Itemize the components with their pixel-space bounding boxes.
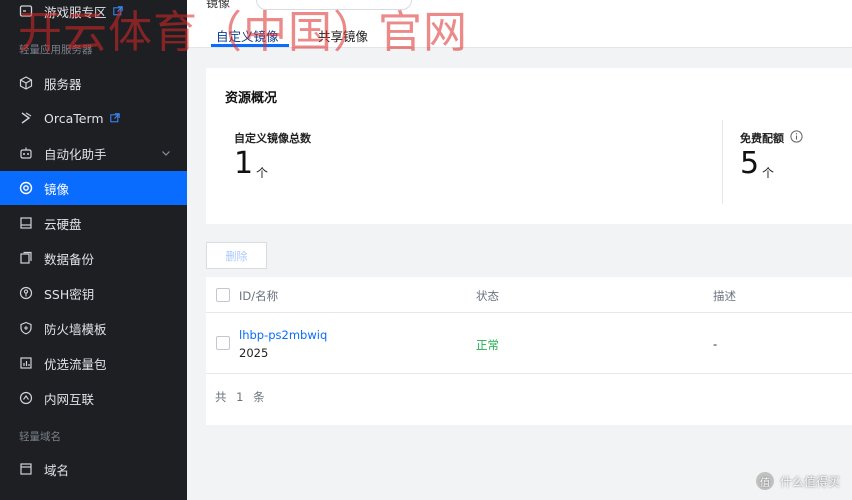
site-logo-icon: 值 [755,472,774,490]
image-name: 2025 [239,346,269,360]
sidebar-item-domain[interactable]: 域名 [0,452,187,486]
domain-icon [19,462,33,476]
sidebar-item-cloud-disk[interactable]: 云硬盘 [0,206,187,240]
stat-divider [722,120,723,204]
sidebar-item-label: 防火墙模板 [44,321,107,337]
sidebar-item-label: 镜像 [44,181,70,197]
stat-unit-free-quota: 个 [762,166,775,180]
tab-shared-images[interactable]: 共享镜像 [318,26,368,45]
stat-unit-total-images: 个 [256,166,269,180]
sidebar-item-label: 域名 [44,462,70,478]
sidebar-group-domain: 轻量域名 [19,431,61,443]
active-tab-indicator [211,44,289,47]
image-description: - [713,337,718,351]
delete-button[interactable]: 删除 [206,242,267,269]
column-header-status: 状态 [476,289,499,303]
image-id-link[interactable]: lhbp-ps2mbwiq [239,328,327,342]
sidebar-group-lighthouse: 轻量应用服务器 [19,44,93,56]
sidebar-item-game-server[interactable]: 游戏服专区 [0,0,187,28]
chevron-down-icon [162,151,170,156]
sidebar-item-automation[interactable]: 自动化助手 [0,136,187,170]
table-row: lhbp-ps2mbwiq 2025 正常 - [206,313,852,374]
image-table: ID/名称 状态 描述 lhbp-ps2mbwiq 2025 正常 - 共 1 … [206,277,852,425]
sidebar-item-traffic-package[interactable]: 优选流量包 [0,346,187,380]
cube-icon [19,76,33,90]
terminal-icon [19,111,33,125]
row-checkbox[interactable] [216,336,230,350]
column-header-description: 描述 [713,289,736,303]
sidebar-item-label: 优选流量包 [44,356,107,372]
tab-bar [187,12,852,48]
network-icon [19,391,33,405]
sidebar-item-ssh-key[interactable]: SSH密钥 [0,276,187,310]
shield-icon [19,321,33,335]
traffic-icon [19,356,33,370]
resource-overview-card: 资源概况 自定义镜像总数 1 个 免费配额 5 个 [206,68,852,224]
robot-icon [19,146,33,160]
stat-label-total-images: 自定义镜像总数 [234,132,311,145]
key-icon [19,286,33,300]
info-icon[interactable] [790,130,803,143]
page-title: 镜像 [206,0,231,10]
sidebar-item-backup[interactable]: 数据备份 [0,241,187,275]
disk-icon [19,216,33,230]
table-total-count: 共 1 条 [215,390,268,404]
corner-watermark-text: 什么值得买 [779,474,840,489]
sidebar-item-label: 游戏服专区 [44,4,107,20]
stat-value-free-quota: 5 [740,146,760,181]
column-header-id-name: ID/名称 [239,289,279,303]
sidebar-item-intranet[interactable]: 内网互联 [0,381,187,415]
sidebar-item-label: 自动化助手 [44,146,107,162]
sidebar-item-label: OrcaTerm [44,110,104,126]
sidebar-item-firewall[interactable]: 防火墙模板 [0,311,187,345]
image-ring-icon [19,181,33,195]
top-region-selector[interactable] [256,0,412,10]
sidebar-item-label: 内网互联 [44,391,95,407]
table-header: ID/名称 状态 描述 [206,277,852,313]
sidebar-item-orcaterm[interactable]: OrcaTerm [0,101,187,135]
status-badge: 正常 [476,338,499,352]
select-all-checkbox[interactable] [216,288,230,302]
stat-label-free-quota: 免费配额 [740,132,784,145]
sidebar-item-servers[interactable]: 服务器 [0,66,187,100]
sidebar-item-label: 数据备份 [44,251,95,267]
sidebar-item-label: 云硬盘 [44,216,82,232]
sidebar-item-label: SSH密钥 [44,286,95,302]
external-link-icon [112,6,123,16]
sidebar-item-label: 服务器 [44,76,82,92]
sidebar: 游戏服专区 轻量应用服务器 服务器 OrcaTerm 自动化助手 镜像 云硬盘 [0,0,187,500]
stat-value-total-images: 1 [234,146,254,181]
sidebar-item-images[interactable]: 镜像 [0,171,187,205]
game-server-icon [19,4,33,18]
corner-watermark: 值 什么值得买 [755,472,840,490]
tab-custom-images[interactable]: 自定义镜像 [216,26,279,45]
backup-icon [19,251,33,265]
overview-title: 资源概况 [225,91,278,106]
external-link-icon [109,113,120,123]
